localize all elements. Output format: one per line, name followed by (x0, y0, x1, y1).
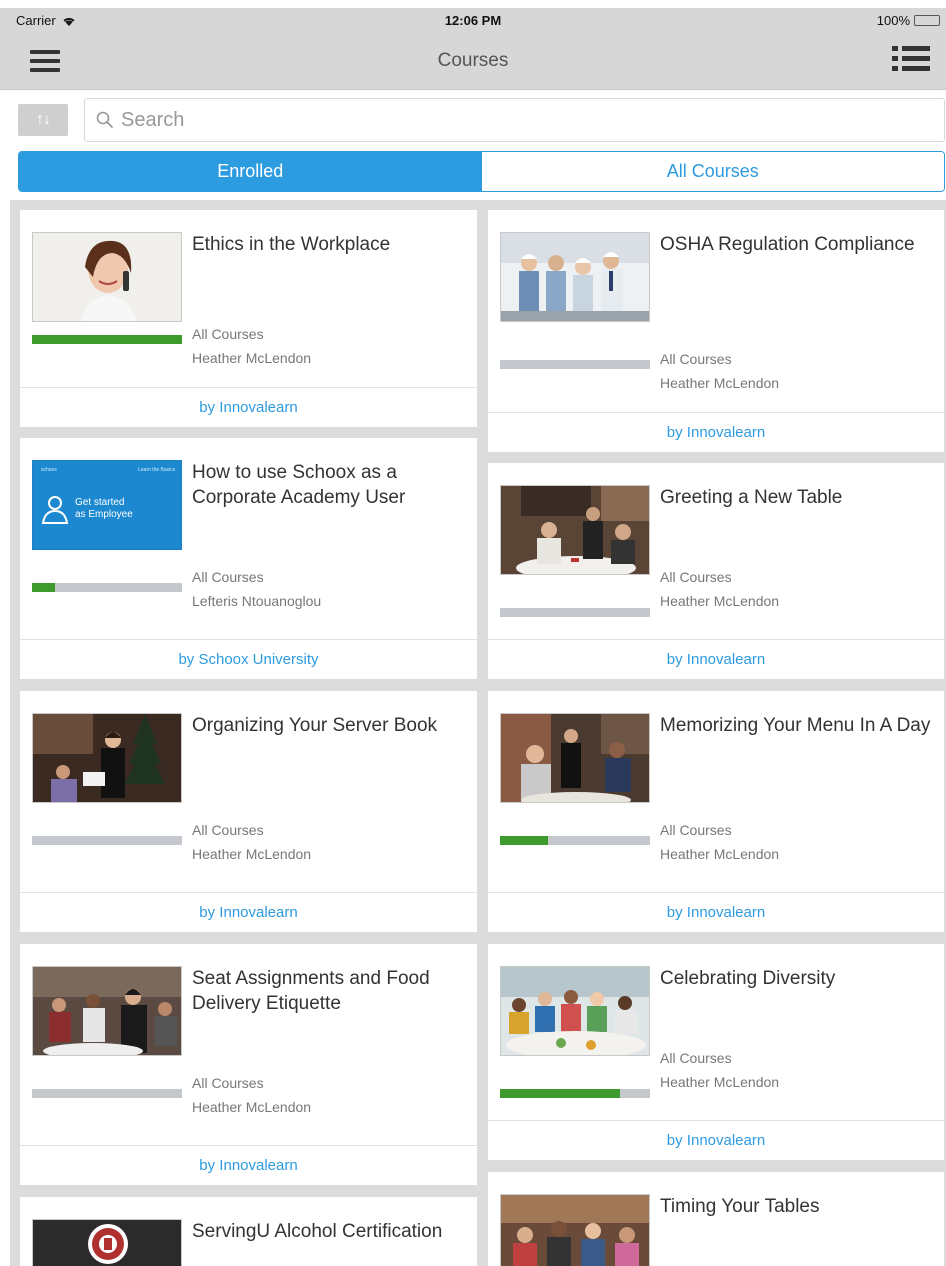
thumb-learn: Learn the Basics (138, 467, 176, 473)
course-author: Heather McLendon (660, 593, 780, 609)
tab-all-courses[interactable]: All Courses (481, 152, 944, 191)
thumb-line2: as Employee (75, 509, 133, 520)
progress-bar (500, 608, 650, 617)
course-title: ServingU Alcohol Certification (192, 1221, 443, 1242)
thumb-brand: schoox (41, 467, 57, 473)
course-title: Memorizing Your Menu In A Day (660, 715, 931, 736)
course-title: Ethics in the Workplace (192, 234, 391, 255)
course-thumbnail (500, 1194, 650, 1266)
course-thumbnail: schoox Learn the Basics Get started as E… (32, 460, 182, 550)
course-card[interactable]: Celebrating Diversity All Courses Heathe… (488, 944, 944, 1160)
course-author: Heather McLendon (192, 350, 312, 366)
course-author: Heather McLendon (192, 846, 312, 862)
battery-indicator: 100% (877, 13, 940, 28)
course-title: Seat Assignments and Food Delivery Etiqu… (192, 968, 430, 1014)
battery-icon (914, 15, 940, 26)
course-card[interactable]: Memorizing Your Menu In A Day All Course… (488, 691, 944, 932)
course-filter-tabs: Enrolled All Courses (18, 151, 945, 192)
course-thumbnail (500, 966, 650, 1056)
course-author: Heather McLendon (660, 375, 780, 391)
course-thumbnail (32, 232, 182, 322)
course-provider[interactable]: by Innovalearn (488, 892, 944, 932)
progress-bar (32, 836, 182, 845)
course-card[interactable]: ServingU Alcohol Certification (20, 1197, 477, 1266)
course-card[interactable]: Seat Assignments and Food Delivery Etiqu… (20, 944, 477, 1185)
course-thumbnail (500, 232, 650, 322)
course-category: All Courses (660, 822, 732, 838)
course-category: All Courses (660, 351, 732, 367)
course-author: Heather McLendon (660, 846, 780, 862)
course-provider[interactable]: by Innovalearn (20, 1145, 477, 1185)
course-title: Organizing Your Server Book (192, 715, 438, 736)
course-provider[interactable]: by Schoox University (20, 639, 477, 679)
list-view-icon[interactable] (892, 46, 930, 76)
progress-bar (500, 1089, 650, 1098)
search-icon (96, 111, 113, 128)
course-card[interactable]: Organizing Your Server Book All Courses … (20, 691, 477, 932)
course-title: Greeting a New Table (660, 487, 843, 508)
course-card[interactable]: Timing Your Tables (488, 1172, 944, 1266)
search-box[interactable] (84, 98, 945, 142)
course-provider[interactable]: by Innovalearn (488, 1120, 944, 1160)
battery-percent: 100% (876, 13, 910, 28)
progress-bar (500, 360, 650, 369)
course-thumbnail (32, 1219, 182, 1266)
search-input[interactable] (121, 108, 944, 132)
thumb-line1: Get started (75, 497, 124, 508)
course-author: Lefteris Ntouanoglou (192, 593, 322, 609)
course-card[interactable]: Greeting a New Table All Courses Heather… (488, 463, 944, 679)
progress-bar (500, 836, 650, 845)
course-author: Heather McLendon (660, 1074, 780, 1090)
course-title: OSHA Regulation Compliance (660, 234, 915, 255)
tab-enrolled[interactable]: Enrolled (19, 152, 482, 191)
course-thumbnail (500, 485, 650, 575)
course-title: Timing Your Tables (660, 1196, 820, 1217)
course-provider[interactable]: by Innovalearn (20, 387, 477, 427)
course-category: All Courses (192, 569, 264, 585)
course-category: All Courses (192, 822, 264, 838)
page-title: Courses (437, 50, 509, 71)
course-category: All Courses (660, 569, 732, 585)
course-grid: Ethics in the Workplace All Courses Heat… (10, 200, 946, 1266)
course-thumbnail (32, 713, 182, 803)
progress-bar (32, 335, 182, 344)
progress-bar (32, 1089, 182, 1098)
course-provider[interactable]: by Innovalearn (488, 639, 944, 679)
course-title: Celebrating Diversity (660, 968, 836, 989)
nav-bar: Courses (0, 32, 946, 90)
course-card[interactable]: OSHA Regulation Compliance All Courses H… (488, 210, 944, 452)
course-thumbnail (32, 966, 182, 1056)
course-provider[interactable]: by Innovalearn (488, 412, 944, 452)
status-bar: Carrier 12:06 PM 100% (0, 8, 946, 32)
course-card[interactable]: schoox Learn the Basics Get started as E… (20, 438, 477, 679)
clock: 12:06 PM (444, 13, 502, 28)
course-thumbnail (500, 713, 650, 803)
progress-bar (32, 583, 182, 592)
sort-button[interactable]: ↑↓ (18, 104, 68, 136)
course-category: All Courses (192, 326, 264, 342)
course-title: How to use Schoox as a Corporate Academy… (192, 462, 406, 508)
course-author: Heather McLendon (192, 1099, 312, 1115)
course-category: All Courses (660, 1050, 732, 1066)
course-provider[interactable]: by Innovalearn (20, 892, 477, 932)
course-card[interactable]: Ethics in the Workplace All Courses Heat… (20, 210, 477, 427)
course-category: All Courses (192, 1075, 264, 1091)
